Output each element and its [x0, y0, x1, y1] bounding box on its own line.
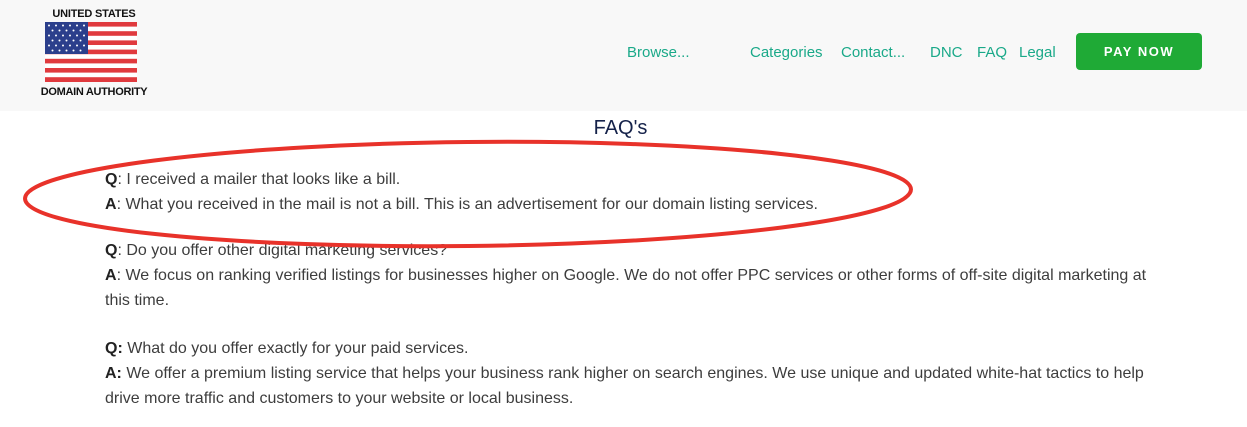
nav-categories[interactable]: Categories	[750, 44, 823, 61]
faq-answer: A: We focus on ranking verified listings…	[105, 263, 1165, 313]
main-nav: Browse... Categories Contact... DNC FAQ …	[0, 44, 1247, 64]
question-text: Do you offer other digital marketing ser…	[126, 242, 448, 259]
faq-answer: A: What you received in the mail is not …	[105, 192, 1165, 217]
faq-answer: A: We offer a premium listing service th…	[105, 361, 1165, 411]
site-header: UNITED STATES DOMAIN AUTHORITY Browse...	[0, 0, 1247, 111]
faq-question: Q: What do you offer exactly for your pa…	[105, 336, 1165, 361]
faq-item: Q: What do you offer exactly for your pa…	[105, 336, 1165, 411]
question-sep: :	[117, 171, 127, 188]
faq-question: Q: I received a mailer that looks like a…	[105, 167, 1165, 192]
question-label: Q	[105, 242, 118, 259]
logo-top-text: UNITED STATES	[52, 8, 136, 20]
logo-bottom-text: DOMAIN AUTHORITY	[40, 86, 148, 98]
answer-text: We focus on ranking verified listings fo…	[105, 267, 1147, 309]
faq-question: Q: Do you offer other digital marketing …	[105, 238, 1165, 263]
nav-faq[interactable]: FAQ	[977, 44, 1007, 61]
question-label: Q:	[105, 340, 123, 357]
question-sep: :	[117, 242, 127, 259]
nav-dnc[interactable]: DNC	[930, 44, 963, 61]
answer-text: We offer a premium listing service that …	[105, 365, 1144, 407]
question-label: Q	[105, 171, 118, 188]
nav-contact[interactable]: Contact...	[841, 44, 905, 61]
answer-label: A	[105, 267, 117, 284]
pay-now-button[interactable]: PAY NOW	[1076, 33, 1202, 70]
answer-text: What you received in the mail is not a b…	[125, 196, 818, 213]
nav-browse[interactable]: Browse...	[627, 44, 690, 61]
faq-item: Q: Do you offer other digital marketing …	[105, 238, 1165, 313]
question-text: I received a mailer that looks like a bi…	[126, 171, 401, 188]
page-title: FAQ's	[593, 117, 648, 139]
question-text: What do you offer exactly for your paid …	[127, 340, 469, 357]
nav-legal[interactable]: Legal	[1019, 44, 1056, 61]
faq-item: Q: I received a mailer that looks like a…	[105, 167, 1165, 217]
answer-label: A:	[105, 365, 122, 382]
answer-label: A	[105, 196, 117, 213]
